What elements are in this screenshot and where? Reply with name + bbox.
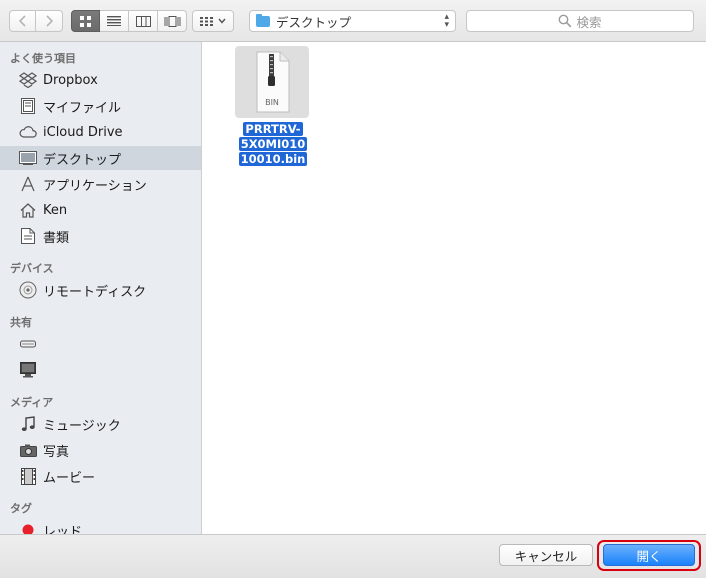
sidebar-item-label: アプリケーション: [43, 178, 147, 194]
sidebar-item-label: デスクトップ: [43, 152, 122, 168]
red-tag-icon: [19, 521, 37, 534]
file-type-badge: BIN: [265, 98, 279, 107]
chevron-left-icon: [18, 15, 26, 27]
column-view-button[interactable]: [129, 10, 158, 32]
section-title-media: メディア: [10, 396, 54, 409]
sidebar-item-label: Ken: [43, 202, 68, 218]
sidebar-item-label: マイファイル: [43, 100, 122, 116]
sidebar-item-label: Dropbox: [43, 72, 98, 88]
camera-icon: [19, 441, 37, 459]
zip-file-icon: [256, 51, 290, 113]
arrange-grid-icon: [200, 16, 213, 26]
sidebar-item-my-files[interactable]: マイファイル: [0, 94, 201, 118]
sidebar-item-ken[interactable]: Ken: [0, 198, 201, 222]
home-icon: [19, 201, 37, 219]
updown-arrows-icon: ▴ ▾: [444, 12, 449, 30]
file-item-selected-highlight[interactable]: BIN: [235, 46, 309, 118]
sidebar: よく使う項目 Dropbox マイファイル iCloud Drive デスクトッ…: [0, 42, 202, 534]
list-icon: [107, 16, 121, 26]
chevron-down-icon: [218, 18, 226, 24]
my-files-icon: [19, 97, 37, 115]
icloud-icon: [19, 123, 37, 141]
chevron-right-icon: [46, 15, 53, 27]
file-browser-area: BIN PRRTRV-5X0MI010 10010.bin: [202, 42, 706, 534]
coverflow-icon: [164, 15, 180, 27]
search-icon: [559, 14, 572, 28]
sidebar-item-documents[interactable]: 書類: [0, 224, 201, 248]
location-popup[interactable]: デスクトップ ▴ ▾: [249, 10, 456, 32]
section-title-favorites: よく使う項目: [10, 52, 76, 65]
sidebar-item-label: 書類: [43, 230, 70, 246]
location-label: デスクトップ: [276, 14, 352, 30]
sidebar-item-remote-disc[interactable]: リモートディスク: [0, 278, 201, 302]
sidebar-item-music[interactable]: ミュージック: [0, 412, 201, 436]
search-field[interactable]: 検索: [466, 10, 694, 32]
applications-icon: [19, 175, 37, 193]
forward-button[interactable]: [36, 10, 63, 32]
section-title-shared: 共有: [10, 316, 32, 329]
arrange-button[interactable]: [192, 10, 234, 32]
sidebar-item-movies[interactable]: ムービー: [0, 464, 201, 488]
desktop-icon: [19, 149, 37, 167]
sidebar-item-label: リモートディスク: [43, 284, 147, 300]
search-placeholder: 検索: [576, 14, 602, 30]
music-icon: [19, 415, 37, 433]
sidebar-item-label: ムービー: [43, 470, 96, 486]
sidebar-item-desktop[interactable]: デスクトップ: [0, 146, 201, 170]
sidebar-item-label: 写真: [43, 444, 70, 460]
coverflow-view-button[interactable]: [158, 10, 187, 32]
server-icon: [19, 335, 37, 353]
sidebar-item-tag-red[interactable]: レッド: [0, 518, 201, 534]
remote-disc-icon: [19, 281, 37, 299]
sidebar-item-label: ミュージック: [43, 418, 121, 434]
sidebar-item-dropbox[interactable]: Dropbox: [0, 68, 201, 92]
sidebar-item-icloud-drive[interactable]: iCloud Drive: [0, 120, 201, 144]
back-button[interactable]: [9, 10, 36, 32]
dialog-footer: キャンセル 開く: [0, 534, 706, 578]
folder-icon: [256, 13, 270, 27]
sidebar-item-label: レッド: [43, 524, 83, 535]
columns-icon: [135, 15, 151, 27]
open-button[interactable]: 開く: [603, 544, 695, 566]
file-name-line2: 10010.bin: [238, 152, 308, 166]
dropbox-icon: [19, 71, 37, 89]
sidebar-item-applications[interactable]: アプリケーション: [0, 172, 201, 196]
section-title-devices: デバイス: [10, 262, 54, 275]
film-icon: [19, 467, 37, 485]
sidebar-item-shared-computer[interactable]: [0, 358, 201, 382]
icon-view-button[interactable]: [71, 10, 100, 32]
file-name[interactable]: PRRTRV-5X0MI010 10010.bin: [213, 122, 333, 167]
open-file-dialog: デスクトップ ▴ ▾ 検索 よく使う項目 Dropbox マイファイル iClo…: [0, 0, 706, 578]
sidebar-item-label: iCloud Drive: [43, 124, 123, 140]
toolbar: デスクトップ ▴ ▾ 検索: [0, 0, 706, 42]
cancel-button[interactable]: キャンセル: [499, 544, 593, 566]
grid-icon: [80, 15, 91, 27]
sidebar-item-shared-server[interactable]: [0, 332, 201, 356]
list-view-button[interactable]: [100, 10, 129, 32]
computer-icon: [19, 361, 37, 379]
sidebar-item-photos[interactable]: 写真: [0, 438, 201, 462]
file-name-line1: PRRTRV-5X0MI010: [238, 122, 308, 151]
section-title-tags: タグ: [10, 502, 32, 515]
documents-icon: [19, 227, 37, 245]
